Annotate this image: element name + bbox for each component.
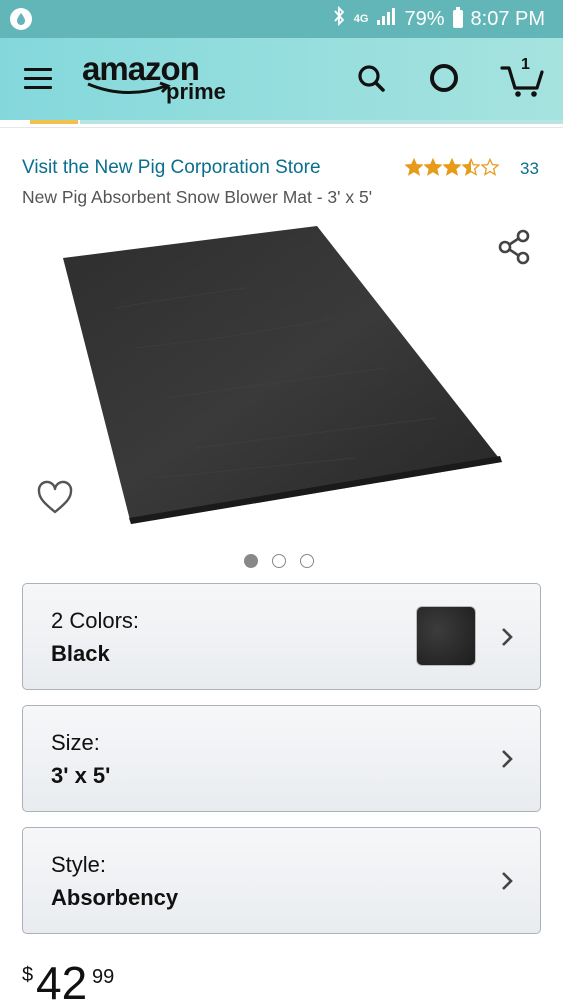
star-icon bbox=[405, 158, 423, 176]
clock: 8:07 PM bbox=[470, 7, 545, 30]
price-currency: $ bbox=[22, 964, 34, 986]
smile-icon bbox=[87, 81, 171, 94]
carousel-dot[interactable] bbox=[300, 554, 314, 568]
carousel-dot[interactable] bbox=[244, 554, 258, 568]
store-link[interactable]: Visit the New Pig Corporation Store bbox=[22, 157, 321, 179]
star-icon bbox=[481, 158, 499, 176]
star-icon bbox=[443, 158, 461, 176]
bluetooth-icon bbox=[332, 5, 346, 32]
rating-count[interactable]: 33 bbox=[520, 159, 539, 179]
battery-icon bbox=[452, 7, 463, 28]
app-header: amazon prime 1 bbox=[0, 38, 563, 120]
star-icon bbox=[462, 158, 480, 176]
carousel-dot[interactable] bbox=[272, 554, 286, 568]
option-value: 3' x 5' bbox=[51, 763, 111, 788]
menu-icon[interactable] bbox=[24, 68, 52, 90]
heart-icon[interactable] bbox=[36, 480, 74, 516]
option-label: Size: bbox=[51, 730, 100, 755]
size-selector[interactable]: Size: 3' x 5' bbox=[22, 705, 541, 812]
option-value: Black bbox=[51, 641, 110, 666]
option-value: Absorbency bbox=[51, 885, 179, 910]
search-icon[interactable] bbox=[353, 60, 389, 96]
rating-stars[interactable] bbox=[405, 158, 499, 176]
header-divider bbox=[0, 120, 563, 128]
alexa-icon[interactable] bbox=[426, 60, 462, 96]
notification-icon bbox=[10, 8, 32, 30]
logo-prime: prime bbox=[166, 79, 226, 104]
network-type: 4G bbox=[353, 12, 369, 25]
battery-percent: 79% bbox=[404, 7, 445, 30]
signal-icon bbox=[376, 7, 396, 31]
product-title: New Pig Absorbent Snow Blower Mat - 3' x… bbox=[22, 187, 373, 207]
color-selector[interactable]: 2 Colors: Black bbox=[22, 583, 541, 690]
product-image[interactable] bbox=[55, 218, 510, 530]
image-carousel-dots bbox=[244, 554, 314, 568]
price-fraction: 99 bbox=[92, 966, 115, 988]
chevron-right-icon bbox=[502, 872, 513, 890]
cart-count: 1 bbox=[521, 56, 530, 73]
option-label: Style: bbox=[51, 852, 107, 877]
chevron-right-icon bbox=[502, 628, 513, 646]
style-selector[interactable]: Style: Absorbency bbox=[22, 827, 541, 934]
status-indicators: 4G 79% 8:07 PM bbox=[332, 5, 545, 32]
price-whole: 42 bbox=[36, 957, 88, 1000]
star-icon bbox=[424, 158, 442, 176]
color-swatch bbox=[416, 606, 476, 666]
chevron-right-icon bbox=[502, 750, 513, 768]
option-label: 2 Colors: bbox=[51, 608, 140, 633]
cart-icon[interactable]: 1 bbox=[499, 56, 547, 97]
amazon-prime-logo[interactable]: amazon prime bbox=[82, 50, 242, 106]
status-bar: 4G 79% 8:07 PM bbox=[0, 0, 563, 38]
